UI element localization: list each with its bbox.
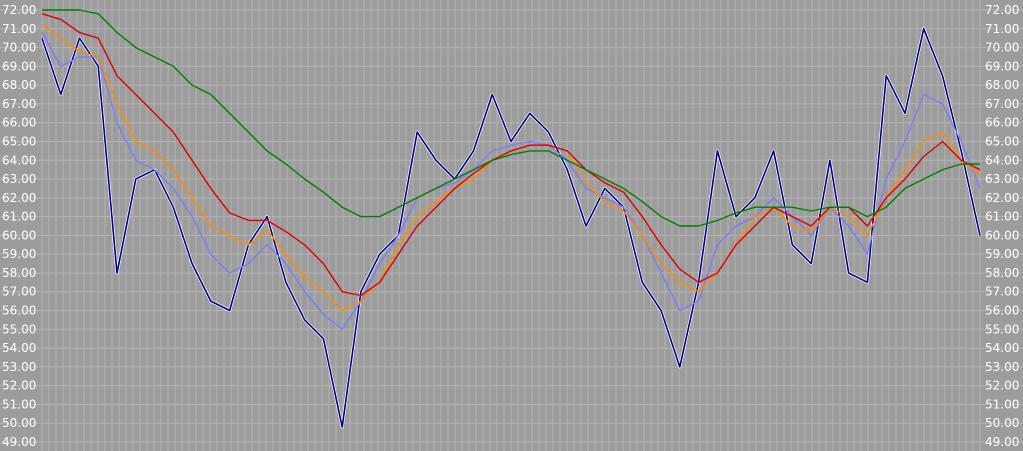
left-tick-label: 57.00: [2, 285, 36, 299]
right-tick-label: 71.00: [985, 22, 1019, 36]
right-tick-label: 51.00: [985, 397, 1019, 411]
right-tick-label: 68.00: [985, 78, 1019, 92]
left-tick-label: 55.00: [2, 322, 36, 336]
right-tick-label: 59.00: [985, 247, 1019, 261]
left-tick-label: 68.00: [2, 78, 36, 92]
left-tick-label: 52.00: [2, 379, 36, 393]
right-tick-label: 55.00: [985, 322, 1019, 336]
right-tick-label: 52.00: [985, 379, 1019, 393]
right-tick-label: 70.00: [985, 41, 1019, 55]
left-tick-label: 67.00: [2, 97, 36, 111]
right-tick-label: 66.00: [985, 116, 1019, 130]
left-tick-label: 62.00: [2, 191, 36, 205]
left-tick-label: 58.00: [2, 266, 36, 280]
left-tick-label: 54.00: [2, 341, 36, 355]
left-tick-label: 65.00: [2, 134, 36, 148]
left-tick-label: 61.00: [2, 210, 36, 224]
right-tick-label: 50.00: [985, 416, 1019, 430]
left-tick-label: 49.00: [2, 435, 36, 449]
right-tick-label: 54.00: [985, 341, 1019, 355]
right-tick-label: 60.00: [985, 228, 1019, 242]
right-tick-label: 49.00: [985, 435, 1019, 449]
left-tick-label: 51.00: [2, 397, 36, 411]
right-tick-label: 58.00: [985, 266, 1019, 280]
left-tick-label: 60.00: [2, 228, 36, 242]
right-tick-label: 53.00: [985, 360, 1019, 374]
left-tick-label: 71.00: [2, 22, 36, 36]
left-tick-label: 64.00: [2, 153, 36, 167]
right-tick-label: 65.00: [985, 134, 1019, 148]
right-tick-label: 64.00: [985, 153, 1019, 167]
right-tick-label: 56.00: [985, 304, 1019, 318]
left-tick-label: 69.00: [2, 59, 36, 73]
stock-chart: 72.00 71.00 70.00 69.00 68.00 67.00 66.00 65.00…: [0, 0, 1023, 451]
right-tick-label: 72.00: [985, 3, 1019, 17]
left-tick-label: 59.00: [2, 247, 36, 261]
right-tick-label: 69.00: [985, 59, 1019, 73]
right-tick-label: 57.00: [985, 285, 1019, 299]
right-tick-label: 67.00: [985, 97, 1019, 111]
left-tick-label: 53.00: [2, 360, 36, 374]
right-tick-label: 63.00: [985, 172, 1019, 186]
left-tick-label: 70.00: [2, 41, 36, 55]
right-tick-label: 61.00: [985, 210, 1019, 224]
left-tick-label: 63.00: [2, 172, 36, 186]
left-tick-label: 50.00: [2, 416, 36, 430]
left-tick-label: 56.00: [2, 304, 36, 318]
left-tick-label: 72.00: [2, 3, 36, 17]
left-tick-label: 66.00: [2, 116, 36, 130]
right-tick-label: 62.00: [985, 191, 1019, 205]
